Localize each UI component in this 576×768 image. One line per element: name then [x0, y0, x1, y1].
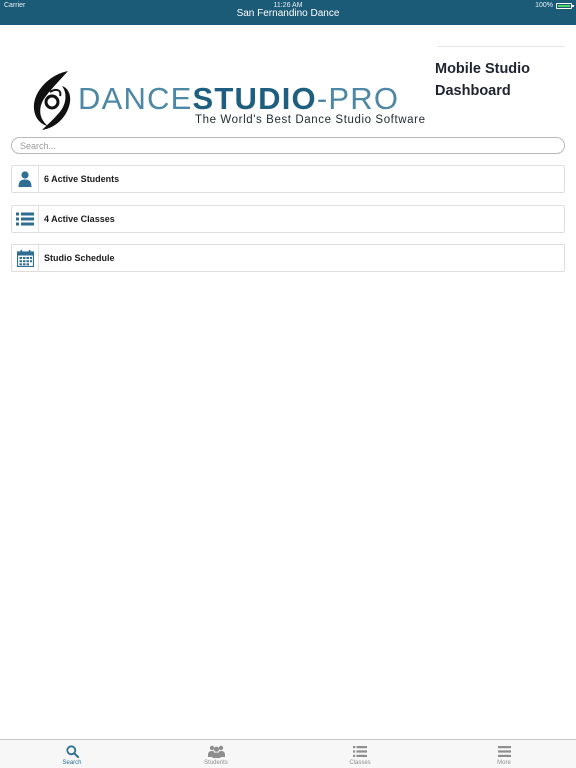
app-screen: Carrier 11:26 AM 100% San Fernandino Dan… [0, 0, 576, 768]
studio-schedule-label: Studio Schedule [44, 253, 115, 263]
navigation-bar: Carrier 11:26 AM 100% San Fernandino Dan… [0, 0, 576, 25]
active-students-label: 6 Active Students [44, 174, 120, 184]
tab-search-label: Search [62, 760, 82, 766]
person-icon [12, 166, 39, 192]
tab-students-label: Students [204, 760, 228, 766]
logo-word-light: DANCE [78, 81, 193, 116]
list-icon [353, 744, 367, 759]
logo-word-suffix: -PRO [316, 81, 400, 116]
studio-schedule-item[interactable]: Studio Schedule [11, 244, 565, 272]
logo-tagline: The World's Best Dance Studio Software [195, 114, 426, 126]
group-icon [207, 744, 225, 759]
tab-search[interactable]: Search [0, 740, 144, 768]
tab-students[interactable]: Students [144, 740, 288, 768]
page-title: San Fernandino Dance [236, 8, 340, 19]
active-classes-item[interactable]: 4 Active Classes [11, 205, 565, 233]
search-icon [65, 744, 79, 759]
tab-more[interactable]: More [432, 740, 576, 768]
logo-wordmark: DANCESTUDIO-PRO [78, 82, 399, 116]
list-icon [12, 206, 39, 232]
brand-logo: DANCESTUDIO-PRO The World's Best Dance S… [28, 68, 438, 132]
dancer-logo-icon [33, 71, 71, 130]
active-classes-label: 4 Active Classes [44, 214, 115, 224]
active-students-item[interactable]: 6 Active Students [11, 165, 565, 193]
menu-icon [497, 744, 511, 759]
dashboard-title: Mobile Studio Dashboard [435, 61, 531, 99]
tab-bar: Search Students Classes More [0, 739, 576, 768]
header-divider [437, 46, 565, 47]
tab-classes[interactable]: Classes [288, 740, 432, 768]
tab-more-label: More [497, 760, 511, 766]
battery-fill [558, 4, 570, 7]
calendar-icon [12, 245, 39, 271]
search-input[interactable] [11, 137, 565, 154]
tab-classes-label: Classes [349, 760, 371, 766]
logo-word-bold: STUDIO [192, 81, 317, 116]
